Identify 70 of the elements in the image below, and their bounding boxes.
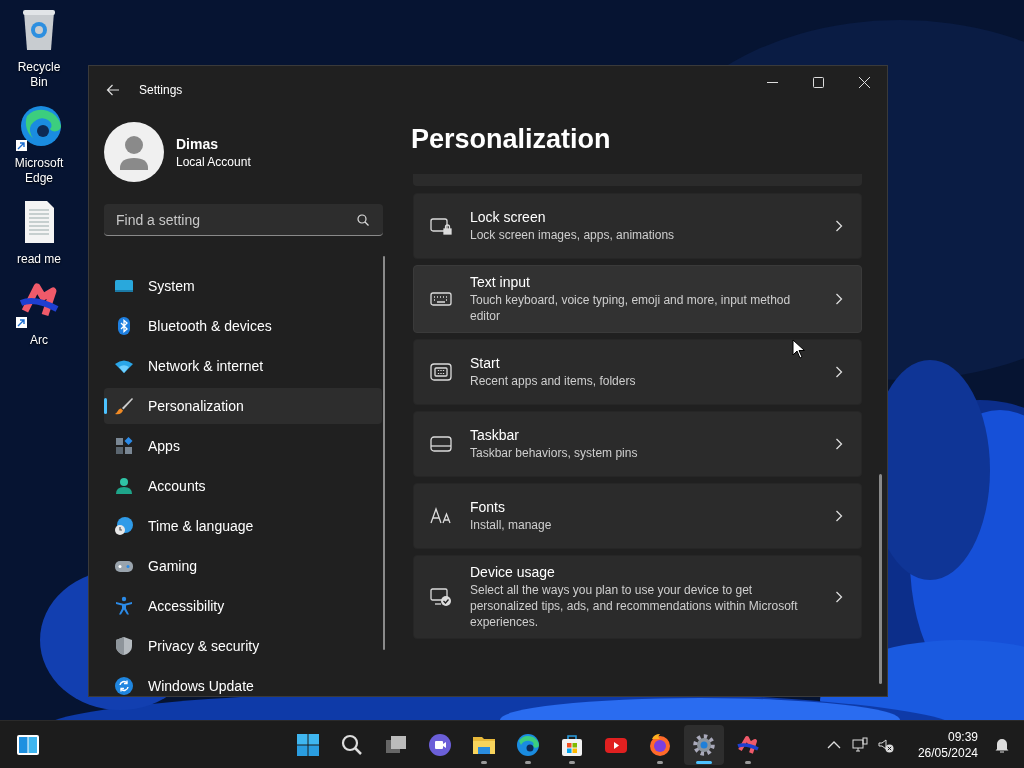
chevron-icon	[835, 293, 843, 305]
chevron-icon	[835, 220, 843, 232]
settings-card[interactable]: Text input Touch keyboard, voice typing, emoji and more, input method editor	[413, 265, 862, 333]
card-description: Select all the ways you plan to use your device to get personalized tips, ads, and recommendations within Microsoft experiences.	[470, 582, 799, 630]
scrollbar[interactable]	[879, 474, 882, 684]
avatar-icon[interactable]	[104, 122, 164, 182]
nav-item[interactable]: Personalization	[104, 388, 382, 424]
desktop-icon-label[interactable]: Microsoft Edge	[9, 156, 69, 186]
card-title: Fonts	[470, 499, 506, 515]
device-check-icon	[430, 586, 452, 608]
close-icon[interactable]	[858, 76, 870, 88]
card-description: Recent apps and items, folders	[470, 373, 637, 389]
chevron-icon	[835, 438, 843, 450]
person-icon	[114, 476, 134, 496]
nav-item[interactable]: Accounts	[104, 468, 382, 504]
search-field[interactable]: Find a setting	[104, 204, 383, 236]
card-title: Start	[470, 355, 501, 371]
desktop-icon-label[interactable]: Recycle Bin	[9, 60, 69, 90]
nav-item[interactable]: Accessibility	[104, 588, 382, 624]
settings-card[interactable]: Device usage Select all the ways you plan to use your device to get personalized tips, ads, and recommendations within Microsoft experiences.	[413, 555, 862, 639]
card-description: Lock screen images, apps, animations	[470, 227, 676, 243]
card-description: Touch keyboard, voice typing, emoji and more, input method editor	[470, 292, 792, 324]
card-title: Lock screen	[470, 209, 547, 225]
chevron-icon	[835, 366, 843, 378]
nav-item[interactable]: Time & language	[104, 508, 382, 544]
nav-item[interactable]: Gaming	[104, 548, 382, 584]
chevron-icon	[835, 591, 843, 603]
nav-item[interactable]: Windows Update	[104, 668, 382, 704]
page-title: Personalization	[411, 124, 612, 156]
account-type: Local Account	[176, 154, 251, 169]
card-description: Install, manage	[470, 517, 553, 533]
scrollbar[interactable]	[383, 256, 385, 650]
start-menu-icon	[430, 361, 452, 383]
maximize-icon[interactable]	[812, 76, 824, 88]
nav-item[interactable]: Privacy & security	[104, 628, 382, 664]
volume-muted-icon[interactable]	[877, 736, 894, 753]
clock-time[interactable]: 09:39	[947, 729, 978, 744]
nav-item[interactable]: Apps	[104, 428, 382, 464]
card-title: Text input	[470, 274, 531, 290]
taskbar-icon	[430, 433, 452, 455]
chevron-icon	[835, 510, 843, 522]
clock-date[interactable]: 26/05/2024	[917, 745, 978, 760]
clock-globe-icon	[114, 516, 134, 536]
nav-item[interactable]: System	[104, 268, 382, 304]
card-title: Taskbar	[470, 427, 521, 443]
settings-card[interactable]: Taskbar Taskbar behaviors, system pins	[413, 411, 862, 477]
lock-screen-icon	[430, 215, 452, 237]
cursor-icon	[792, 339, 805, 359]
update-icon	[114, 676, 134, 696]
widgets-icon[interactable]	[16, 732, 40, 757]
shield-icon	[114, 636, 134, 656]
accessibility-icon	[114, 596, 134, 616]
settings-card[interactable]: Lock screen Lock screen images, apps, animations	[413, 193, 862, 259]
network-icon[interactable]	[851, 736, 868, 753]
back-arrow-icon[interactable]	[106, 83, 120, 97]
desktop-icon-label[interactable]: Arc	[9, 333, 69, 348]
settings-card[interactable]: Fonts Install, manage	[413, 483, 862, 549]
settings-icon[interactable]	[684, 724, 724, 765]
nav-item[interactable]: Bluetooth & devices	[104, 308, 382, 344]
nav-item[interactable]: Network & internet	[104, 348, 382, 384]
desktop-icon-label[interactable]: read me	[9, 252, 69, 267]
search-icon[interactable]	[357, 214, 369, 226]
brush-icon	[114, 396, 134, 416]
notification-bell-icon[interactable]	[994, 736, 1010, 753]
card-title: Device usage	[470, 564, 556, 580]
user-name: Dimas	[176, 135, 220, 152]
settings-card[interactable]: Start Recent apps and items, folders	[413, 339, 862, 405]
card-description: Taskbar behaviors, system pins	[470, 445, 639, 461]
apps-icon	[114, 436, 134, 456]
window-title: Settings	[139, 83, 183, 97]
